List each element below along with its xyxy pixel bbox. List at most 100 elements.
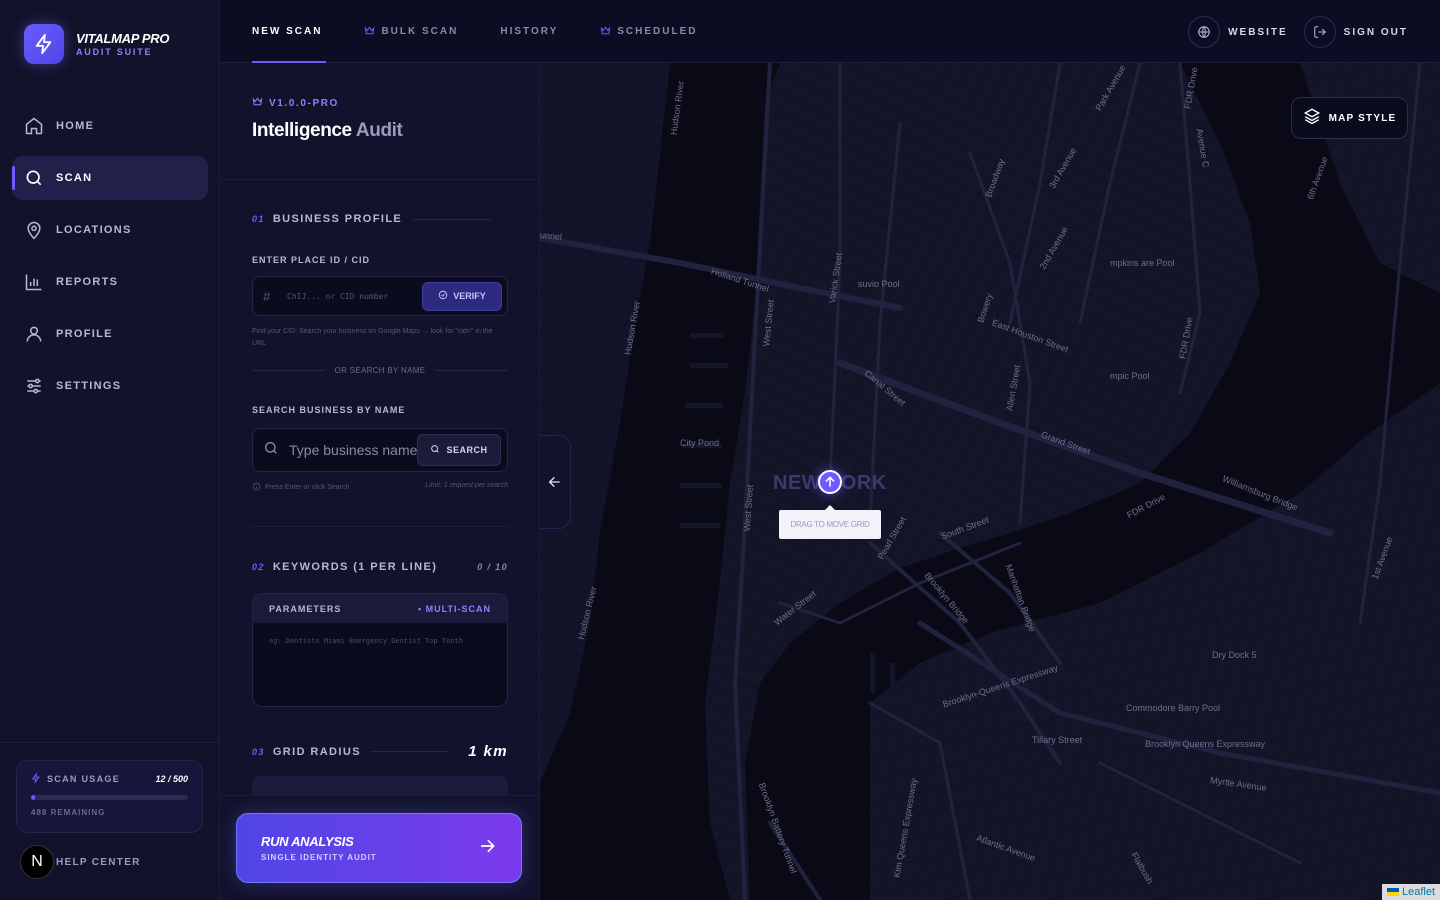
keywords-textarea[interactable] — [253, 623, 507, 706]
version-label: V1.0.0-PRO — [269, 97, 339, 109]
verify-button[interactable]: VERIFY — [422, 281, 502, 311]
or-divider: OR SEARCH BY NAME — [252, 366, 508, 375]
search-button[interactable]: SEARCH — [417, 434, 501, 466]
sidebar-item-reports[interactable]: REPORTS — [12, 260, 208, 304]
sidebar-item-label: REPORTS — [56, 276, 119, 288]
map-label: City Pond — [680, 438, 720, 448]
arrow-right-icon — [477, 836, 497, 861]
top-actions: WEBSITE SIGN OUT — [1172, 16, 1408, 48]
keywords-heading: 02 KEYWORDS (1 PER LINE) 0 / 10 — [252, 561, 508, 573]
app-root: VITALMAP PRO AUDIT SUITE HOME SCAN LOCAT… — [0, 0, 1440, 900]
title-muted: Audit — [355, 120, 403, 141]
map-label: suvio Pool — [858, 279, 900, 289]
hash-icon: # — [263, 288, 271, 304]
usage-count: 12 / 500 — [155, 774, 188, 784]
check-circle-icon — [438, 290, 448, 302]
globe-icon — [1188, 16, 1221, 48]
tab-history[interactable]: HISTORY — [500, 0, 558, 63]
map-label: Brooklyn Queens Expressway — [1145, 739, 1266, 749]
usage-remaining: 488 REMAINING — [31, 808, 106, 817]
sidebar-item-locations[interactable]: LOCATIONS — [12, 208, 208, 252]
sidebar-item-label: SCAN — [56, 172, 93, 184]
grid-center-marker[interactable] — [818, 470, 842, 494]
keywords-box: PARAMETERS • MULTI-SCAN — [252, 593, 508, 707]
section-title: KEYWORDS (1 PER LINE) — [272, 561, 438, 573]
lightning-logo-icon — [24, 24, 64, 64]
scan-tabs: NEW SCAN BULK SCAN HISTORY SCHEDULED — [252, 0, 739, 63]
attribution-label: Leaflet — [1401, 886, 1435, 898]
place-id-field: # VERIFY — [252, 276, 508, 316]
map-label: unnel — [540, 229, 563, 243]
panel-header: V1.0.0-PRO Intelligence Audit — [220, 63, 539, 180]
title-main: Intelligence — [252, 120, 352, 141]
hint-text: Find your CID: Search your business on G… — [252, 328, 493, 347]
collapse-panel-button[interactable] — [540, 435, 571, 529]
tab-new-scan[interactable]: NEW SCAN — [252, 0, 327, 63]
divider — [0, 742, 220, 743]
cid-hint: Find your CID: Search your business on G… — [252, 326, 508, 350]
map-style-label: MAP STYLE — [1328, 112, 1397, 124]
ukraine-flag-icon — [1386, 888, 1399, 896]
info-icon — [252, 482, 261, 493]
sidebar-item-label: PROFILE — [56, 328, 113, 340]
page-title: Intelligence Audit — [252, 120, 508, 142]
tab-scheduled[interactable]: SCHEDULED — [600, 0, 697, 63]
sign-out-button[interactable]: SIGN OUT — [1303, 16, 1408, 48]
scan-usage-card: SCAN USAGE 12 / 500 488 REMAINING — [16, 760, 203, 833]
search-icon — [24, 168, 44, 188]
section-title: BUSINESS PROFILE — [272, 213, 403, 225]
tab-label: HISTORY — [500, 26, 559, 37]
website-button[interactable]: WEBSITE — [1188, 16, 1288, 48]
sidebar-item-profile[interactable]: PROFILE — [12, 312, 208, 356]
brand[interactable]: VITALMAP PRO AUDIT SUITE — [24, 24, 169, 64]
user-icon — [24, 324, 44, 344]
map-style-button[interactable]: MAP STYLE — [1291, 97, 1408, 139]
search-field: SEARCH — [252, 428, 508, 472]
tab-bulk-scan[interactable]: BULK SCAN — [364, 0, 458, 63]
place-id-input[interactable] — [287, 291, 422, 301]
search-icon — [430, 444, 440, 456]
business-search-input[interactable] — [289, 442, 417, 458]
radius-value: 1 km — [468, 743, 508, 760]
logout-icon — [1303, 16, 1336, 48]
avatar[interactable]: N — [20, 845, 54, 879]
field-label: ENTER PLACE ID / CID — [252, 255, 371, 265]
map-canvas[interactable]: unnel Holland Tunnel Hudson River Hudson… — [540, 63, 1440, 900]
map-attribution[interactable]: Leaflet — [1381, 884, 1440, 900]
map-label: mpic Pool — [1110, 371, 1150, 381]
sign-out-label: SIGN OUT — [1343, 26, 1408, 38]
verify-label: VERIFY — [453, 291, 486, 301]
help-center-link[interactable]: N HELP CENTER — [20, 845, 141, 879]
limit-hint: Limit: 1 request per search — [425, 482, 508, 489]
field-label: SEARCH BUSINESS BY NAME — [252, 405, 406, 415]
search-name-label: SEARCH BUSINESS BY NAME — [252, 405, 508, 415]
sliders-icon — [24, 376, 44, 396]
multi-scan-badge: • MULTI-SCAN — [418, 603, 491, 614]
section-number: 02 — [252, 562, 265, 572]
crown-icon — [600, 25, 611, 39]
or-label: OR SEARCH BY NAME — [334, 366, 426, 375]
grid-radius-heading: 03 GRID RADIUS 1 km — [252, 743, 508, 760]
run-analysis-button[interactable]: RUN ANALYSIS SINGLE IDENTITY AUDIT — [236, 813, 522, 883]
sidebar-item-settings[interactable]: SETTINGS — [12, 364, 208, 408]
sidebar-item-home[interactable]: HOME — [12, 104, 208, 148]
drag-hint-tooltip: DRAG TO MOVE GRID — [779, 505, 881, 539]
map-label: mpkins are Pool — [1110, 258, 1175, 268]
usage-title: SCAN USAGE — [47, 774, 121, 784]
website-label: WEBSITE — [1228, 26, 1288, 38]
parameters-label: PARAMETERS — [269, 603, 342, 614]
layers-icon — [1303, 107, 1321, 130]
help-center-label: HELP CENTER — [56, 856, 141, 868]
run-title: RUN ANALYSIS — [261, 834, 354, 849]
sidebar-item-scan[interactable]: SCAN — [12, 156, 208, 200]
run-subtitle: SINGLE IDENTITY AUDIT — [261, 853, 377, 862]
sidebar-item-label: HOME — [56, 120, 95, 132]
section-title: GRID RADIUS — [272, 745, 361, 758]
search-icon — [263, 440, 279, 461]
search-meta: Press Enter or click Search Limit: 1 req… — [252, 482, 508, 493]
home-icon — [24, 116, 44, 136]
tab-label: NEW SCAN — [252, 26, 323, 37]
sidebar-item-label: SETTINGS — [56, 380, 122, 392]
map-label: Tillary Street — [1032, 735, 1083, 745]
sidebar: VITALMAP PRO AUDIT SUITE HOME SCAN LOCAT… — [0, 0, 220, 900]
